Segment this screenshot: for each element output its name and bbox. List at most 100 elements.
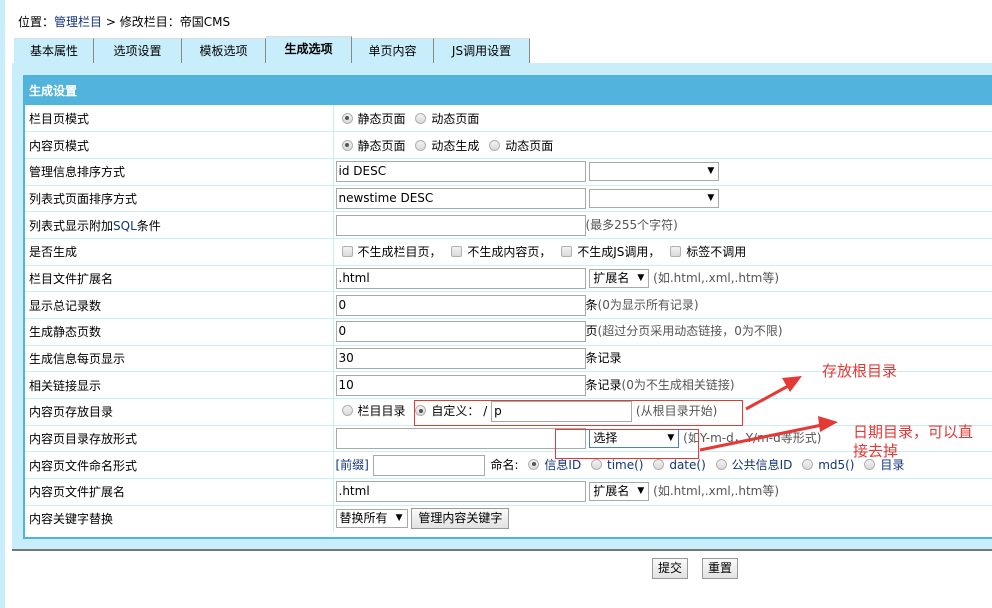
radio-label: 静态页面 [357, 111, 406, 126]
row-label: 内容页存放目录 [25, 398, 334, 426]
radio-content-static[interactable] [341, 139, 353, 151]
section-title: 生成设置 [25, 77, 992, 105]
hint-text: (如.html,.xml,.htm等) [653, 270, 780, 285]
tab-basic-attributes[interactable]: 基本属性 [14, 38, 94, 63]
list-order-select[interactable]: ▼ [589, 188, 720, 208]
annotation-date-dir-line1: 日期目录，可以直 [853, 423, 974, 441]
manage-keywords-button[interactable]: 管理内容关键字 [411, 508, 510, 530]
radio-label: 公共信息ID [731, 457, 793, 472]
annotation-root-dir: 存放根目录 [822, 362, 898, 380]
admin-order-input[interactable]: id DESC [335, 161, 586, 183]
hint-text: (0为不生成相关链接) [621, 377, 735, 392]
tab-single-page-content[interactable]: 单页内容 [352, 38, 434, 63]
radio-naming-date[interactable] [653, 458, 665, 470]
list-ext-input[interactable]: .html [335, 267, 586, 289]
static-pages-input[interactable]: 0 [335, 321, 586, 343]
checkbox-no-content-page[interactable] [451, 246, 463, 258]
radio-label: 静态页面 [357, 138, 406, 153]
list-ext-select[interactable]: 扩展名 ▼ [589, 268, 650, 288]
checkbox-tag-no-call[interactable] [670, 246, 682, 258]
left-frame-strip [0, 0, 5, 608]
radio-list-static[interactable] [341, 112, 353, 124]
checkbox-label: 不生成JS调用， [577, 245, 661, 260]
row-label: 内容页模式 [25, 131, 334, 159]
label-part-sql: SQL [113, 218, 137, 233]
row-label: 栏目页模式 [25, 105, 334, 133]
radio-naming-md5[interactable] [802, 458, 814, 470]
admin-order-select[interactable]: ▼ [589, 162, 720, 182]
table-row: 列表式显示附加SQL条件 (最多255个字符) [25, 211, 992, 239]
prefix-input[interactable] [372, 454, 485, 476]
generate-options-panel: 生成设置 栏目页模式 静态页面 动态页面 内容页模式 静态页面 动态生成 动态页… [12, 63, 992, 551]
annotation-box-custom-dir [414, 400, 743, 426]
settings-table: 生成设置 栏目页模式 静态页面 动态页面 内容页模式 静态页面 动态生成 动态页… [23, 75, 992, 539]
total-records-input[interactable]: 0 [335, 294, 586, 316]
tab-bar: 基本属性 选项设置 模板选项 生成选项 单页内容 JS调用设置 [14, 36, 530, 63]
radio-content-dynamic-generate[interactable] [415, 139, 427, 151]
table-row: 内容页模式 静态页面 动态生成 动态页面 [25, 131, 992, 159]
hint-text: (超过分页采用动态链接，0为不限) [597, 324, 783, 339]
checkbox-label: 不生成内容页， [467, 245, 552, 260]
dropdown-arrow-icon: ▼ [395, 513, 403, 524]
hint-text: (如Y-m-d，Y/m-d等形式) [683, 431, 822, 446]
dropdown-arrow-icon: ▼ [707, 192, 715, 203]
related-links-input[interactable]: 10 [335, 374, 586, 396]
table-row: 内容页文件命名形式 [前缀] 命名: 信息ID time() date() 公共… [25, 451, 992, 480]
naming-label: 命名: [490, 457, 519, 472]
row-label: 内容页文件扩展名 [25, 478, 334, 506]
radio-naming-time[interactable] [591, 458, 603, 470]
select-value: 替换所有 [339, 511, 388, 526]
label-part: 条件 [136, 218, 161, 233]
radio-list-dynamic[interactable] [415, 112, 427, 124]
annotation-box-dir-format [555, 429, 699, 459]
checkbox-no-js-call[interactable] [561, 246, 573, 258]
checkbox-no-list-page[interactable] [341, 246, 353, 258]
radio-label: 动态页面 [431, 111, 480, 126]
table-row: 生成静态页数 0 页(超过分页采用动态链接，0为不限) [25, 318, 992, 346]
radio-label: 动态生成 [431, 138, 480, 153]
radio-column-dir[interactable] [341, 405, 353, 417]
reset-button[interactable]: 重置 [702, 558, 739, 579]
unit-text: 条 [585, 297, 598, 312]
tab-js-call-settings[interactable]: JS调用设置 [434, 38, 530, 63]
row-label: 是否生成 [25, 238, 334, 266]
breadcrumb-link-manage-columns[interactable]: 管理栏目 [54, 15, 102, 29]
hint-text: (如.html,.xml,.htm等) [653, 484, 780, 499]
radio-label: 动态页面 [505, 138, 554, 153]
label-part: 列表式显示附加 [29, 218, 114, 233]
breadcrumb-current: 修改栏目：帝国CMS [119, 15, 231, 29]
row-label: 列表式显示附加SQL条件 [25, 211, 334, 239]
list-order-input[interactable]: newstime DESC [335, 187, 586, 209]
select-value: 扩展名 [593, 270, 630, 285]
table-row: 栏目文件扩展名 .html 扩展名 ▼ (如.html,.xml,.htm等) [25, 265, 992, 293]
tab-template-options[interactable]: 模板选项 [182, 38, 266, 63]
prefix-label: [前缀] [335, 457, 369, 472]
row-label: 内容页目录存放形式 [25, 425, 334, 453]
submit-button[interactable]: 提交 [652, 558, 689, 579]
radio-content-dynamic-page[interactable] [489, 139, 501, 151]
breadcrumb-prefix: 位置： [18, 15, 55, 29]
radio-naming-info-id[interactable] [528, 458, 540, 470]
dir-format-input[interactable] [335, 428, 586, 450]
dropdown-arrow-icon: ▼ [637, 486, 645, 497]
table-row: 栏目页模式 静态页面 动态页面 [25, 105, 992, 133]
unit-text: 条记录 [585, 351, 622, 366]
content-ext-select[interactable]: 扩展名 ▼ [589, 482, 650, 502]
table-row: 管理信息排序方式 id DESC ▼ [25, 158, 992, 186]
table-row: 内容页文件扩展名 .html 扩展名 ▼ (如.html,.xml,.htm等) [25, 478, 992, 506]
list-sql-input[interactable] [335, 214, 586, 236]
row-label: 栏目文件扩展名 [25, 265, 334, 293]
dropdown-arrow-icon: ▼ [637, 272, 645, 283]
tab-option-settings[interactable]: 选项设置 [94, 38, 182, 63]
keyword-replace-select[interactable]: 替换所有 ▼ [335, 509, 408, 529]
row-label: 生成信息每页显示 [25, 345, 334, 373]
tab-generate-options[interactable]: 生成选项 [266, 36, 352, 63]
breadcrumb: 位置：管理栏目 > 修改栏目：帝国CMS [18, 14, 230, 30]
per-page-input[interactable]: 30 [335, 348, 586, 370]
content-ext-input[interactable]: .html [335, 481, 586, 503]
radio-naming-public-info-id[interactable] [715, 458, 727, 470]
form-actions: 提交 重置 [652, 558, 739, 579]
row-label: 生成静态页数 [25, 318, 334, 346]
checkbox-label: 不生成栏目页， [357, 245, 442, 260]
unit-text: 页 [585, 324, 598, 339]
